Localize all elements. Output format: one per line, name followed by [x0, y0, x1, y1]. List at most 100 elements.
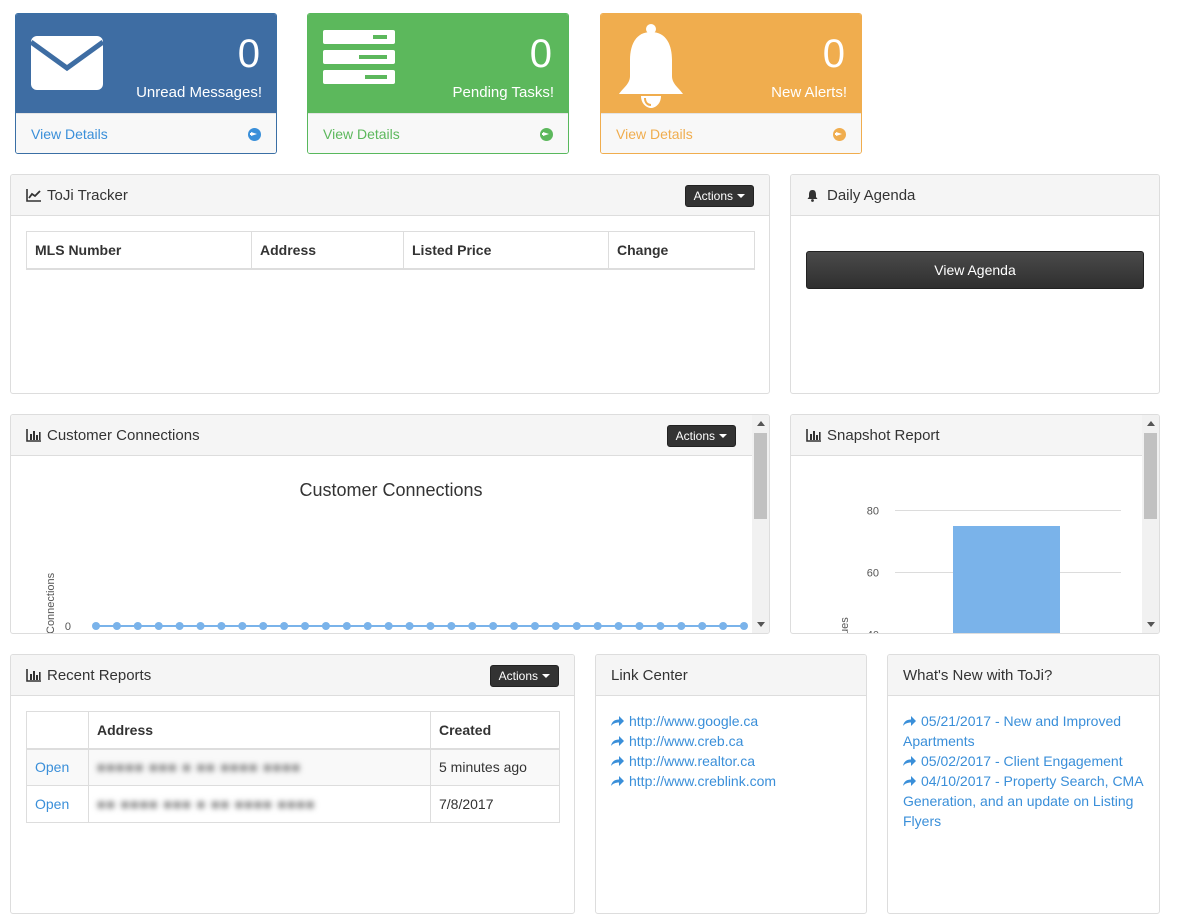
external-link[interactable]: http://www.google.ca — [629, 713, 758, 729]
created-cell: 7/8/2017 — [430, 785, 560, 823]
recent-reports-header: Recent Reports Actions — [11, 655, 574, 696]
vertical-scrollbar[interactable] — [752, 415, 769, 633]
created-cell: 5 minutes ago — [430, 748, 560, 786]
view-details-link[interactable]: View Details — [323, 126, 400, 142]
actions-dropdown-button[interactable]: Actions — [666, 425, 736, 447]
column-header-blank — [26, 711, 89, 749]
data-point — [656, 622, 665, 630]
vertical-scrollbar[interactable] — [1142, 415, 1159, 633]
list-item[interactable]: http://www.google.ca — [611, 711, 851, 731]
view-agenda-button[interactable]: View Agenda — [806, 251, 1144, 289]
column-header-mls-number[interactable]: MLS Number — [26, 231, 252, 269]
panel-title: Daily Agenda — [827, 186, 916, 204]
news-link[interactable]: 04/10/2017 - Property Search, CMA Genera… — [903, 773, 1143, 829]
external-link[interactable]: http://www.creblink.com — [629, 773, 776, 789]
scrollbar-thumb[interactable] — [754, 433, 767, 519]
scroll-up-arrow-icon[interactable] — [757, 421, 765, 426]
new-alerts-footer[interactable]: View Details — [601, 113, 861, 153]
y-axis-label: Connections — [45, 572, 57, 634]
data-point — [530, 622, 539, 630]
link-center-header: Link Center — [596, 655, 866, 696]
daily-agenda-header: Daily Agenda — [791, 175, 1159, 216]
new-alerts-header: 0 New Alerts! — [601, 14, 861, 113]
whats-new-header: What's New with ToJi? — [888, 655, 1159, 696]
panel-title: Customer Connections — [47, 426, 200, 444]
data-point — [405, 622, 414, 630]
list-item[interactable]: http://www.creb.ca — [611, 731, 851, 751]
unread-messages-label: Unread Messages! — [136, 84, 262, 101]
data-point — [112, 622, 121, 630]
data-point — [301, 622, 310, 630]
view-details-link[interactable]: View Details — [616, 126, 693, 142]
scroll-down-arrow-icon[interactable] — [1147, 622, 1155, 627]
toji-tracker-panel: ToJi Tracker Actions MLS Number Address … — [10, 174, 770, 394]
pending-tasks-footer[interactable]: View Details — [308, 113, 568, 153]
column-header-change[interactable]: Change — [608, 231, 755, 269]
arrow-circle-right-icon[interactable] — [540, 127, 553, 141]
list-item[interactable]: http://www.creblink.com — [611, 771, 851, 791]
actions-label: Actions — [675, 429, 715, 443]
news-list: 05/21/2017 - New and Improved Apartments… — [888, 696, 1159, 831]
data-point — [593, 622, 602, 630]
scrollbar-thumb[interactable] — [1144, 433, 1157, 519]
new-alerts-label: New Alerts! — [771, 84, 847, 101]
list-item[interactable]: 04/10/2017 - Property Search, CMA Genera… — [903, 771, 1144, 831]
column-header-created[interactable]: Created — [430, 711, 560, 749]
bell-icon — [617, 24, 685, 111]
view-details-link[interactable]: View Details — [31, 126, 108, 142]
data-point — [217, 622, 226, 630]
customer-connections-chart: Customer Connections Connections 0 — [45, 480, 748, 634]
tracker-table: MLS Number Address Listed Price Change — [26, 231, 755, 270]
table-header-row: MLS Number Address Listed Price Change — [26, 231, 755, 269]
share-arrow-icon — [903, 716, 916, 726]
open-report-link[interactable]: Open — [26, 785, 89, 823]
whats-new-panel: What's New with ToJi? 05/21/2017 - New a… — [887, 654, 1160, 914]
toji-tracker-header: ToJi Tracker Actions — [11, 175, 769, 216]
customer-connections-header: Customer Connections Actions — [11, 415, 752, 456]
arrow-circle-right-icon[interactable] — [248, 127, 261, 141]
chart-title: Customer Connections — [299, 480, 482, 500]
external-link[interactable]: http://www.realtor.ca — [629, 753, 755, 769]
column-header-listed-price[interactable]: Listed Price — [403, 231, 609, 269]
address-cell-redacted: ■■ ■■■■ ■■■ ■ ■■ ■■■■ ■■■■ — [88, 785, 431, 823]
data-point — [92, 622, 100, 630]
data-point — [342, 622, 351, 630]
external-link[interactable]: http://www.creb.ca — [629, 733, 743, 749]
arrow-circle-right-icon[interactable] — [833, 127, 846, 141]
bar-chart-icon — [26, 428, 41, 442]
recent-reports-table: Address Created Open ■■■■■ ■■■ ■ ■■ ■■■■… — [26, 711, 560, 823]
share-arrow-icon — [903, 756, 916, 766]
tasks-icon — [323, 30, 395, 89]
link-center-panel: Link Center http://www.google.ca http://… — [595, 654, 867, 914]
y-tick-label: 60 — [867, 568, 879, 580]
news-link[interactable]: 05/02/2017 - Client Engagement — [921, 753, 1123, 769]
list-item[interactable]: 05/02/2017 - Client Engagement — [903, 751, 1144, 771]
data-point — [447, 622, 456, 630]
news-link[interactable]: 05/21/2017 - New and Improved Apartments — [903, 713, 1121, 749]
pending-tasks-label: Pending Tasks! — [452, 84, 554, 101]
column-header-address[interactable]: Address — [251, 231, 404, 269]
column-header-address[interactable]: Address — [88, 711, 431, 749]
table-row: Open ■■■■■ ■■■ ■ ■■ ■■■■ ■■■■ 5 minutes … — [26, 748, 560, 786]
pending-tasks-header: 0 Pending Tasks! — [308, 14, 568, 113]
panel-title: Recent Reports — [47, 666, 152, 684]
actions-dropdown-button[interactable]: Actions — [684, 185, 754, 207]
unread-messages-footer[interactable]: View Details — [16, 113, 276, 153]
bar-chart-icon — [26, 668, 41, 682]
list-item[interactable]: 05/21/2017 - New and Improved Apartments — [903, 711, 1144, 751]
snapshot-report-header: Snapshot Report — [791, 415, 1142, 456]
data-point — [614, 622, 623, 630]
open-report-link[interactable]: Open — [26, 748, 89, 786]
y-tick-label: 40 — [867, 630, 879, 635]
actions-dropdown-button[interactable]: Actions — [489, 665, 559, 687]
unread-messages-header: 0 Unread Messages! — [16, 14, 276, 113]
open-link[interactable]: Open — [35, 759, 69, 775]
address-cell-redacted: ■■■■■ ■■■ ■ ■■ ■■■■ ■■■■ — [88, 748, 431, 786]
open-link[interactable]: Open — [35, 796, 69, 812]
y-tick-label: 80 — [867, 506, 879, 518]
list-item[interactable]: http://www.realtor.ca — [611, 751, 851, 771]
scroll-down-arrow-icon[interactable] — [757, 622, 765, 627]
scroll-up-arrow-icon[interactable] — [1147, 421, 1155, 426]
data-point — [677, 622, 686, 630]
share-arrow-icon — [611, 776, 624, 786]
